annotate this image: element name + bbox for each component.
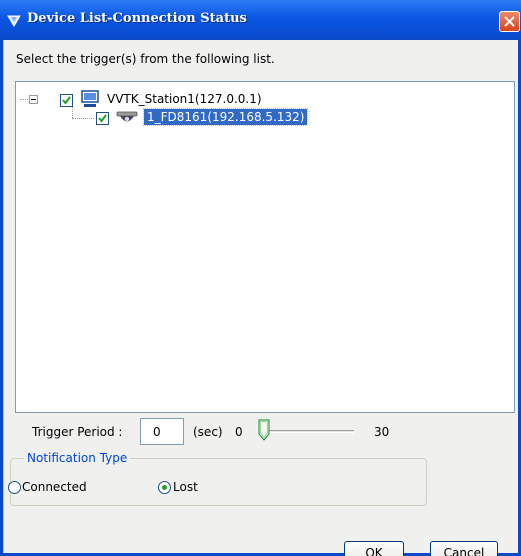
device-tree[interactable]: VVTK_Station1(127.0.0.1) 1_FD8161(192.16… — [15, 81, 515, 413]
connected-radio[interactable] — [8, 481, 21, 494]
tree-collapse-toggle[interactable] — [29, 95, 38, 104]
instruction-text: Select the trigger(s) from the following… — [16, 52, 275, 66]
title-bar[interactable]: Device List-Connection Status — [0, 0, 521, 40]
dome-camera-icon — [116, 107, 138, 130]
tree-connector-child — [72, 118, 94, 119]
ok-button[interactable]: OK — [344, 541, 404, 556]
seconds-unit-label: (sec) — [193, 425, 223, 439]
app-logo-icon — [6, 12, 22, 28]
close-button[interactable] — [499, 11, 520, 32]
lost-radio[interactable] — [158, 481, 171, 494]
device-checkbox[interactable] — [96, 112, 109, 125]
window-title: Device List-Connection Status — [27, 11, 247, 26]
trigger-slider-thumb[interactable] — [258, 419, 270, 441]
lost-radio-label[interactable]: Lost — [173, 480, 198, 494]
checkmark-icon — [98, 114, 107, 123]
station-checkbox[interactable] — [60, 94, 73, 107]
notification-type-legend: Notification Type — [24, 451, 131, 465]
computer-icon — [80, 89, 100, 112]
trigger-period-input[interactable] — [140, 418, 184, 445]
close-icon — [504, 16, 515, 27]
tree-item-device[interactable]: 1_FD8161(192.168.5.132) — [142, 108, 309, 126]
dialog-window: Device List-Connection Status Select the… — [0, 0, 521, 556]
tree-item-station[interactable]: VVTK_Station1(127.0.0.1) — [107, 92, 262, 106]
trigger-slider-track[interactable] — [262, 430, 354, 433]
checkmark-icon — [62, 96, 71, 105]
slider-max-label: 30 — [374, 425, 390, 439]
tree-connector-h — [20, 99, 28, 100]
cancel-button[interactable]: Cancel — [430, 541, 498, 556]
trigger-period-label: Trigger Period : — [32, 425, 123, 439]
dialog-body: Select the trigger(s) from the following… — [3, 40, 518, 556]
slider-thumb-icon — [258, 419, 270, 441]
slider-min-label: 0 — [235, 425, 243, 439]
connected-radio-label[interactable]: Connected — [22, 480, 87, 494]
